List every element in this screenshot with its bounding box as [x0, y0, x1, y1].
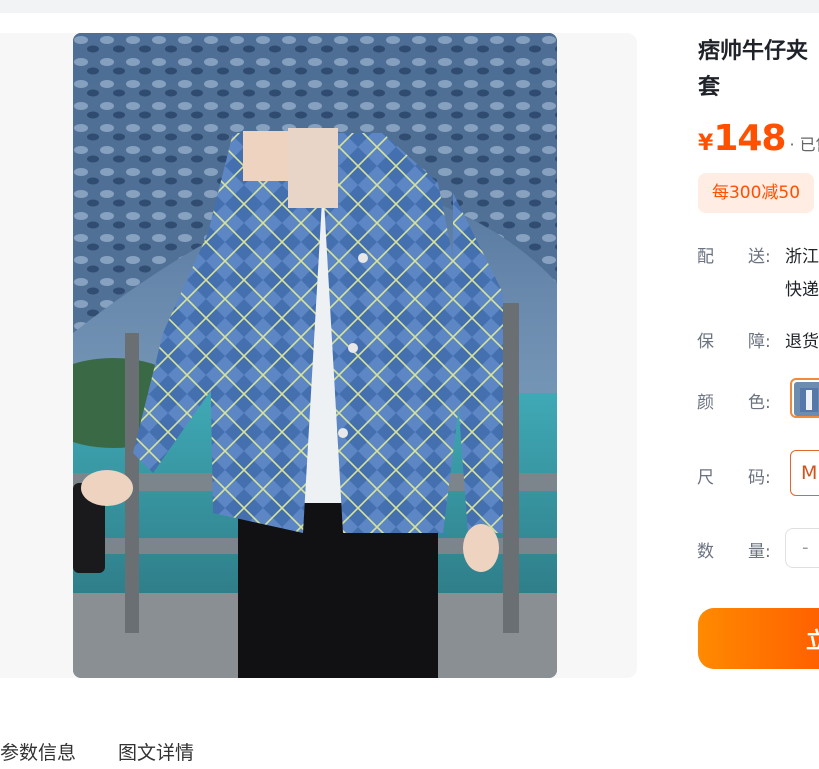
tab-details[interactable]: 图文详情 [118, 738, 194, 765]
product-photo[interactable] [73, 33, 557, 678]
tab-params[interactable]: 参数信息 [0, 738, 76, 765]
product-title: 痞帅牛仔夹套 [698, 39, 809, 100]
currency-symbol: ¥ [698, 131, 714, 156]
guarantee-label: 保 障: [697, 332, 771, 352]
size-option-m[interactable]: M [790, 450, 819, 496]
quantity-decrease-button[interactable]: - [785, 528, 819, 568]
color-option-swatch[interactable] [790, 378, 819, 418]
guarantee-value[interactable]: 退货 [785, 327, 819, 352]
delivery-origin: 浙江 [785, 247, 819, 267]
coupon-badge[interactable]: 每300减50 [698, 173, 814, 213]
color-label: 颜 色: [697, 393, 771, 413]
sold-count: · 已售 [789, 135, 819, 154]
price: 148 [713, 118, 786, 159]
size-label: 尺 码: [697, 468, 771, 488]
price-row: ¥148· 已售 [698, 118, 819, 166]
top-strip [0, 0, 819, 13]
quantity-label: 数 量: [697, 542, 771, 562]
buy-now-button[interactable]: 立 [698, 608, 819, 669]
delivery-label: 配 送: [697, 247, 771, 267]
delivery-method: 快递 [785, 280, 819, 300]
color-swatch-thumbnail [794, 382, 819, 416]
